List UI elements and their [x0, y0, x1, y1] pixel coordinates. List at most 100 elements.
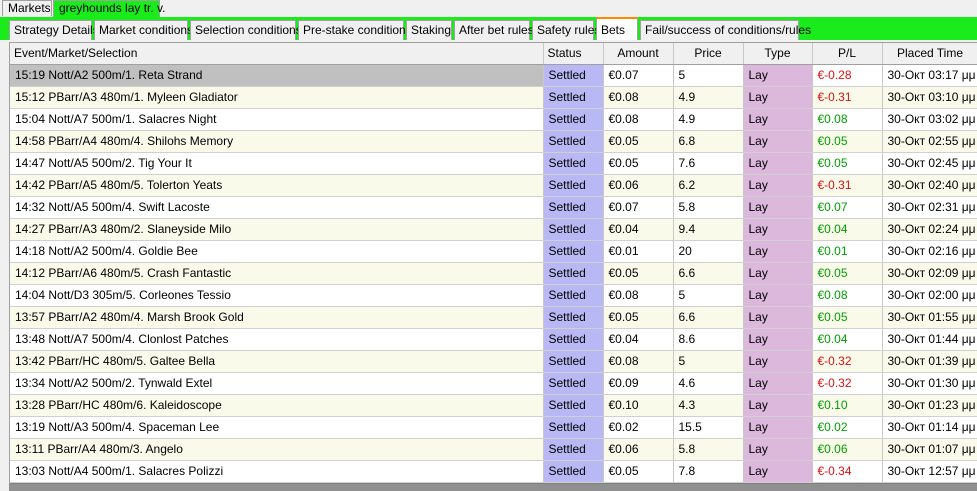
table-row[interactable]: 15:19 Nott/A2 500m/1. Reta Strand Settled… — [10, 64, 977, 87]
tab-greyhounds-lay-strategy[interactable]: greyhounds lay tr. v. — [53, 0, 166, 17]
cell-amount: €0.07 — [603, 64, 674, 87]
table-row[interactable]: 14:32 Nott/A5 500m/4. Swift Lacoste Settl… — [10, 196, 977, 219]
cell-amount: €0.05 — [603, 130, 674, 153]
cell-status: Settled — [543, 218, 604, 241]
table-row[interactable]: 15:04 Nott/A7 500m/1. Salacres Night Sett… — [10, 108, 977, 131]
cell-amount: €0.05 — [603, 460, 674, 483]
table-row[interactable]: 15:12 PBarr/A3 480m/1. Myleen Gladiator S… — [10, 86, 977, 109]
table-row[interactable]: 14:18 Nott/A2 500m/4. Goldie Bee Settled €… — [10, 240, 977, 263]
cell-type: Lay — [743, 196, 813, 219]
column-header-amount[interactable]: Amount — [603, 43, 674, 65]
cell-pl: €-0.32 — [812, 372, 883, 395]
cell-status: Settled — [543, 350, 604, 373]
cell-amount: €0.04 — [603, 328, 674, 351]
cell-type: Lay — [743, 328, 813, 351]
cell-event: 14:47 Nott/A5 500m/2. Tig Your It — [10, 152, 544, 175]
column-header-pl[interactable]: P/L — [812, 43, 883, 65]
cell-price: 15.5 — [673, 416, 744, 439]
cell-price: 5 — [673, 64, 744, 87]
column-header-status[interactable]: Status — [543, 43, 604, 65]
tab-selection-conditions[interactable]: Selection conditions — [190, 20, 302, 40]
cell-placed-time: 30-Окт 02:55 μμ — [882, 130, 977, 153]
cell-type: Lay — [743, 108, 813, 131]
tab-market-conditions[interactable]: Market conditions — [94, 20, 193, 40]
cell-placed-time: 30-Окт 02:45 μμ — [882, 152, 977, 175]
horizontal-scrollbar[interactable] — [9, 484, 977, 491]
cell-amount: €0.08 — [603, 350, 674, 373]
cell-type: Lay — [743, 174, 813, 197]
cell-placed-time: 30-Окт 02:24 μμ — [882, 218, 977, 241]
cell-placed-time: 30-Окт 01:55 μμ — [882, 306, 977, 329]
table-row[interactable]: 13:11 PBarr/A4 480m/3. Angelo Settled €0.0… — [10, 438, 977, 461]
cell-event: 13:03 Nott/A4 500m/1. Salacres Polizzi — [10, 460, 544, 483]
cell-amount: €0.04 — [603, 218, 674, 241]
cell-type: Lay — [743, 218, 813, 241]
table-row[interactable]: 14:04 Nott/D3 305m/5. Corleones Tessio Se… — [10, 284, 977, 307]
column-header-price[interactable]: Price — [673, 43, 744, 65]
cell-pl: €-0.31 — [812, 174, 883, 197]
cell-pl: €0.02 — [812, 416, 883, 439]
cell-price: 5.8 — [673, 438, 744, 461]
table-row[interactable]: 13:19 Nott/A3 500m/4. Spaceman Lee Settle… — [10, 416, 977, 439]
cell-placed-time: 30-Окт 12:57 μμ — [882, 460, 977, 483]
tab-strategy-details[interactable]: Strategy Details — [9, 20, 99, 40]
table-row[interactable]: 14:47 Nott/A5 500m/2. Tig Your It Settled… — [10, 152, 977, 175]
cell-status: Settled — [543, 86, 604, 109]
cell-type: Lay — [743, 262, 813, 285]
cell-event: 13:57 PBarr/A2 480m/4. Marsh Brook Gold — [10, 306, 544, 329]
cell-placed-time: 30-Окт 02:16 μμ — [882, 240, 977, 263]
table-row[interactable]: 14:12 PBarr/A6 480m/5. Crash Fantastic Se… — [10, 262, 977, 285]
table-row[interactable]: 14:42 PBarr/A5 480m/5. Tolerton Yeats Set… — [10, 174, 977, 197]
tab-bets[interactable]: Bets — [596, 17, 638, 40]
tab-markets[interactable]: Markets — [2, 0, 52, 16]
cell-type: Lay — [743, 306, 813, 329]
cell-status: Settled — [543, 196, 604, 219]
cell-placed-time: 30-Окт 01:14 μμ — [882, 416, 977, 439]
tab-after-bet-rules[interactable]: After bet rules — [454, 20, 534, 40]
table-row[interactable]: 13:48 Nott/A7 500m/4. Clonlost Patches Se… — [10, 328, 977, 351]
table-header-row: Event/Market/Selection Status Amount Pri… — [10, 43, 977, 65]
cell-pl: €0.07 — [812, 196, 883, 219]
cell-price: 6.8 — [673, 130, 744, 153]
cell-price: 4.9 — [673, 108, 744, 131]
cell-amount: €0.05 — [603, 262, 674, 285]
cell-event: 15:12 PBarr/A3 480m/1. Myleen Gladiator — [10, 86, 544, 109]
cell-placed-time: 30-Окт 01:30 μμ — [882, 372, 977, 395]
cell-pl: €0.06 — [812, 438, 883, 461]
cell-status: Settled — [543, 416, 604, 439]
column-header-placed-time[interactable]: Placed Time — [882, 43, 977, 65]
cell-pl: €0.10 — [812, 394, 883, 417]
cell-pl: €-0.32 — [812, 350, 883, 373]
cell-pl: €0.04 — [812, 328, 883, 351]
cell-status: Settled — [543, 130, 604, 153]
cell-price: 7.6 — [673, 152, 744, 175]
cell-placed-time: 30-Окт 02:31 μμ — [882, 196, 977, 219]
table-row[interactable]: 14:58 PBarr/A4 480m/4. Shilohs Memory Set… — [10, 130, 977, 153]
cell-pl: €-0.34 — [812, 460, 883, 483]
tab-safety-rules[interactable]: Safety rules — [532, 20, 600, 40]
table-row[interactable]: 13:34 Nott/A2 500m/2. Tynwald Extel Settl… — [10, 372, 977, 395]
table-row[interactable]: 13:28 PBarr/HC 480m/6. Kaleidoscope Settl… — [10, 394, 977, 417]
cell-status: Settled — [543, 460, 604, 483]
cell-placed-time: 30-Окт 01:07 μμ — [882, 438, 977, 461]
table-row[interactable]: 13:57 PBarr/A2 480m/4. Marsh Brook Gold S… — [10, 306, 977, 329]
table-row[interactable]: 13:42 PBarr/HC 480m/5. Galtee Bella Settl… — [10, 350, 977, 373]
cell-type: Lay — [743, 372, 813, 395]
tab-fail-success-of-conditions-rules[interactable]: Fail/success of conditions/rules — [640, 20, 811, 40]
cell-amount: €0.02 — [603, 416, 674, 439]
tab-pre-stake-conditions[interactable]: Pre-stake conditions — [298, 20, 412, 40]
cell-placed-time: 30-Окт 02:40 μμ — [882, 174, 977, 197]
column-header-type[interactable]: Type — [743, 43, 813, 65]
cell-type: Lay — [743, 130, 813, 153]
cell-pl: €0.08 — [812, 108, 883, 131]
cell-status: Settled — [543, 240, 604, 263]
cell-amount: €0.06 — [603, 174, 674, 197]
cell-type: Lay — [743, 152, 813, 175]
cell-event: 14:12 PBarr/A6 480m/5. Crash Fantastic — [10, 262, 544, 285]
cell-price: 5 — [673, 284, 744, 307]
column-header-event[interactable]: Event/Market/Selection — [10, 43, 544, 65]
tab-staking[interactable]: Staking — [406, 20, 452, 40]
cell-status: Settled — [543, 108, 604, 131]
table-row[interactable]: 13:03 Nott/A4 500m/1. Salacres Polizzi Se… — [10, 460, 977, 483]
table-row[interactable]: 14:27 PBarr/A3 480m/2. Slaneyside Milo Se… — [10, 218, 977, 241]
